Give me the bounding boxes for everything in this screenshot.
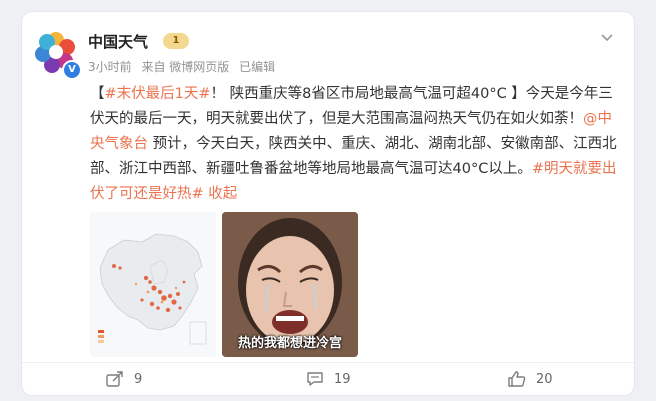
share-button[interactable]: 9 bbox=[106, 367, 142, 391]
share-count: 9 bbox=[134, 371, 143, 387]
edited-label[interactable]: 已编辑 bbox=[239, 60, 275, 74]
post-time[interactable]: 3小时前 bbox=[88, 60, 132, 74]
like-button[interactable]: 20 bbox=[508, 367, 553, 391]
like-count: 20 bbox=[536, 371, 553, 387]
more-options-icon[interactable] bbox=[600, 30, 616, 46]
share-icon bbox=[106, 371, 123, 387]
comment-icon bbox=[307, 372, 323, 386]
temperature-map-image[interactable] bbox=[90, 212, 216, 357]
level-badge: 1 bbox=[163, 33, 189, 49]
author-name[interactable]: 中国天气 bbox=[88, 31, 148, 52]
post-meta: 3小时前 来自 微博网页版 已编辑 bbox=[88, 58, 281, 75]
meme-caption: 热的我都想进冷宫 bbox=[237, 336, 342, 351]
post-source: 来自 微博网页版 bbox=[141, 60, 230, 74]
hashtag-link[interactable]: #末伏最后1天# bbox=[105, 86, 211, 102]
china-map-graphic bbox=[90, 212, 216, 357]
post-text: 【#末伏最后1天#！ 陕西重庆等8省区市局地最高气温可超40°C 】今天是今年三… bbox=[90, 82, 626, 207]
thumbs-up-icon bbox=[508, 371, 526, 387]
meme-image[interactable]: 热的我都想进冷宫 bbox=[222, 212, 358, 357]
text-segment: 【 bbox=[90, 86, 105, 102]
collapse-link[interactable]: 收起 bbox=[208, 186, 237, 202]
weibo-post-card: V 中国天气 1 3小时前 来自 微博网页版 已编辑 【#末伏最后1天#！ 陕西… bbox=[22, 12, 634, 395]
comment-button[interactable]: 19 bbox=[306, 367, 351, 391]
footer-divider bbox=[22, 362, 634, 363]
level-value: 1 bbox=[172, 35, 180, 46]
verified-badge-icon: V bbox=[62, 60, 82, 80]
comment-count: 19 bbox=[334, 371, 351, 387]
